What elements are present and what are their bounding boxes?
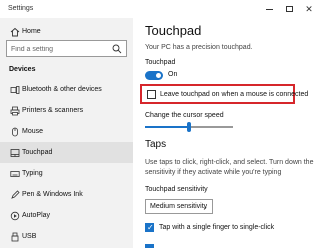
page-subtitle: Your PC has a precision touchpad. xyxy=(145,44,253,51)
search-input[interactable] xyxy=(11,44,111,54)
sidebar-item-printers[interactable]: Printers & scanners xyxy=(0,100,133,121)
search-box[interactable] xyxy=(6,40,127,57)
cursor-speed-slider[interactable] xyxy=(145,122,233,132)
sidebar-item-label: Mouse xyxy=(22,128,44,135)
window-title: Settings xyxy=(8,5,34,12)
toggle-knob xyxy=(156,73,161,78)
chevron-down-icon: ⌄ xyxy=(202,204,208,211)
close-button[interactable]: ✕ xyxy=(300,0,318,18)
bluetooth-icon xyxy=(9,84,20,95)
maximize-icon xyxy=(285,6,293,12)
cursor-speed-label: Change the cursor speed xyxy=(145,112,224,119)
minimize-button[interactable] xyxy=(260,0,278,18)
sidebar-item-label: Printers & scanners xyxy=(22,107,84,114)
sensitivity-dropdown[interactable]: Medium sensitivity ⌄ xyxy=(145,199,213,214)
sidebar-item-home[interactable]: Home xyxy=(0,21,133,42)
leave-touchpad-checkbox[interactable] xyxy=(147,90,156,99)
tap-single-click-label: Tap with a single finger to single-click xyxy=(159,224,275,231)
sidebar-item-label: Bluetooth & other devices xyxy=(22,86,102,93)
mouse-icon xyxy=(9,126,20,137)
minimize-icon xyxy=(265,8,273,10)
page-title: Touchpad xyxy=(145,23,202,38)
touchpad-icon xyxy=(9,147,20,158)
taps-heading: Taps xyxy=(145,139,167,150)
section-title-devices: Devices xyxy=(9,66,36,73)
slider-fill xyxy=(145,126,189,128)
sidebar-item-label: Typing xyxy=(22,170,43,177)
pen-icon xyxy=(9,189,20,200)
sidebar-item-label: Pen & Windows Ink xyxy=(22,191,83,198)
close-icon: ✕ xyxy=(305,3,313,14)
maximize-button[interactable] xyxy=(280,0,298,18)
settings-window: Settings ✕ Home Devices Bluetooth & oth xyxy=(0,0,320,248)
leave-touchpad-label: Leave touchpad on when a mouse is connec… xyxy=(160,91,309,98)
sidebar-item-mouse[interactable]: Mouse xyxy=(0,121,133,142)
search-icon xyxy=(112,44,122,54)
sidebar-item-bluetooth[interactable]: Bluetooth & other devices xyxy=(0,79,133,100)
sidebar-item-autoplay[interactable]: AutoPlay xyxy=(0,205,133,226)
sensitivity-label: Touchpad sensitivity xyxy=(145,186,208,193)
sidebar-item-label: AutoPlay xyxy=(22,212,51,219)
sidebar-item-typing[interactable]: Typing xyxy=(0,163,133,184)
checkmark-icon: ✓ xyxy=(147,223,154,232)
content-pane: Touchpad Your PC has a precision touchpa… xyxy=(133,18,320,248)
sidebar-item-label: USB xyxy=(22,233,37,240)
touchpad-label: Touchpad xyxy=(145,59,176,66)
title-bar: Settings ✕ xyxy=(0,0,320,20)
taps-description: Use taps to click, right-click, and sele… xyxy=(145,159,314,176)
sidebar: Home Devices Bluetooth & other devices P… xyxy=(0,18,133,248)
touchpad-toggle[interactable] xyxy=(145,71,163,80)
slider-thumb[interactable] xyxy=(187,122,191,132)
tap-single-click-checkbox[interactable]: ✓ xyxy=(145,223,154,232)
sidebar-item-label: Home xyxy=(22,28,41,35)
home-icon xyxy=(9,26,20,37)
toggle-state-label: On xyxy=(168,71,178,78)
sidebar-item-usb[interactable]: USB xyxy=(0,226,133,247)
sidebar-item-pen[interactable]: Pen & Windows Ink xyxy=(0,184,133,205)
sensitivity-value: Medium sensitivity xyxy=(150,203,208,210)
partial-checkbox[interactable] xyxy=(145,244,154,248)
autoplay-icon xyxy=(9,210,20,221)
sidebar-item-label: Touchpad xyxy=(22,149,53,156)
keyboard-icon xyxy=(9,168,20,179)
usb-icon xyxy=(9,231,20,242)
sidebar-item-touchpad[interactable]: Touchpad xyxy=(0,142,133,163)
printer-icon xyxy=(9,105,20,116)
